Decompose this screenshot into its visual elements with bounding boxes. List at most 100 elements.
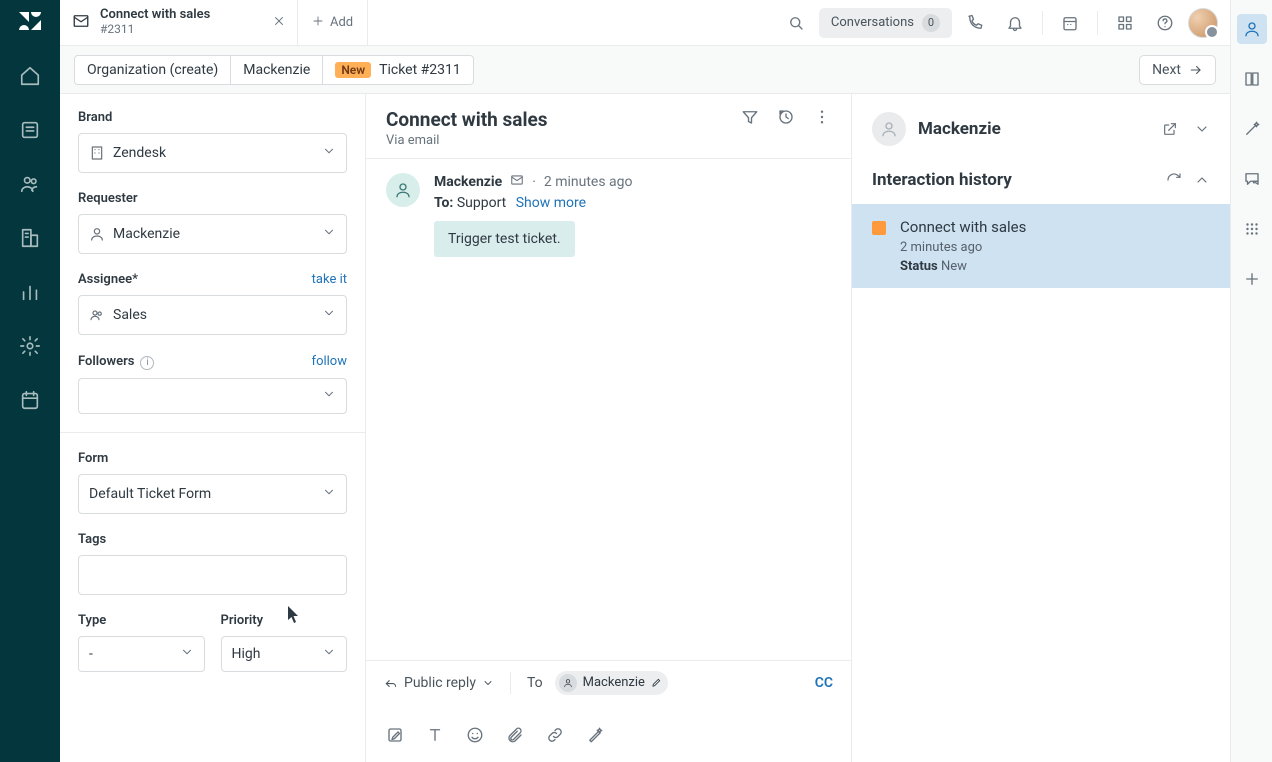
events-icon[interactable] xyxy=(777,108,795,126)
nav-calendar-icon[interactable] xyxy=(14,384,46,416)
tab-title: Connect with sales xyxy=(100,8,210,23)
calendar-icon[interactable] xyxy=(1053,6,1087,40)
left-nav-rail xyxy=(0,0,60,762)
message-body: Trigger test ticket. xyxy=(434,221,575,257)
apps-icon[interactable] xyxy=(1108,6,1142,40)
conversation-panel: Connect with sales Via email xyxy=(366,94,852,762)
type-label: Type xyxy=(78,613,106,628)
search-button[interactable] xyxy=(779,6,813,40)
followers-label: Followers xyxy=(78,354,134,369)
tags-input[interactable] xyxy=(78,555,347,595)
ticket-title: Connect with sales xyxy=(386,108,548,131)
context-avatar xyxy=(872,112,906,146)
compose-icon[interactable] xyxy=(386,726,404,744)
knowledge-icon[interactable] xyxy=(1237,64,1267,94)
chevron-up-icon[interactable] xyxy=(1194,172,1210,188)
nav-org-icon[interactable] xyxy=(14,222,46,254)
take-it-link[interactable]: take it xyxy=(312,272,347,287)
reply-mode-dropdown[interactable]: Public reply xyxy=(384,675,494,691)
crumb-organization[interactable]: Organization (create) xyxy=(74,55,231,85)
workspace-tab[interactable]: Connect with sales #2311 xyxy=(60,0,298,45)
to-value: Support xyxy=(457,195,506,211)
context-user-name: Mackenzie xyxy=(918,119,1150,139)
edit-icon xyxy=(651,677,662,688)
history-heading: Interaction history xyxy=(872,170,1154,190)
user-context-icon[interactable] xyxy=(1237,14,1267,44)
priority-label: Priority xyxy=(221,613,264,628)
conversations-count: 0 xyxy=(922,14,940,32)
requester-label: Requester xyxy=(78,191,138,206)
crumb-ticket[interactable]: New Ticket #2311 xyxy=(323,55,473,85)
history-item-time: 2 minutes ago xyxy=(900,240,1026,255)
priority-select[interactable]: High xyxy=(221,636,348,672)
type-select[interactable]: - xyxy=(78,636,205,672)
bell-icon[interactable] xyxy=(998,6,1032,40)
chat-icon[interactable] xyxy=(1237,164,1267,194)
top-bar: Connect with sales #2311 Add Conversatio… xyxy=(60,0,1230,46)
add-tab-label: Add xyxy=(330,15,353,30)
more-icon[interactable] xyxy=(813,108,831,126)
reply-composer: Public reply To Mackenzie CC xyxy=(366,660,851,720)
brand-label: Brand xyxy=(78,110,112,125)
assignee-select[interactable]: Sales xyxy=(78,295,347,335)
help-icon[interactable] xyxy=(1148,6,1182,40)
context-panel: Mackenzie Interaction history Con xyxy=(852,94,1230,762)
wand-icon[interactable] xyxy=(1237,114,1267,144)
add-tab-button[interactable]: Add xyxy=(298,0,368,45)
ticket-via: Via email xyxy=(386,133,548,148)
magic-icon[interactable] xyxy=(586,726,604,744)
recipient-chip[interactable]: Mackenzie xyxy=(555,671,668,695)
plus-icon xyxy=(312,15,324,31)
editor-toolbar xyxy=(366,720,851,762)
product-logo[interactable] xyxy=(17,8,43,38)
follow-link[interactable]: follow xyxy=(312,354,347,369)
form-label: Form xyxy=(78,451,108,466)
refresh-icon[interactable] xyxy=(1166,172,1182,188)
nav-admin-icon[interactable] xyxy=(14,330,46,362)
link-icon[interactable] xyxy=(546,726,564,744)
form-select[interactable]: Default Ticket Form xyxy=(78,474,347,514)
followers-select[interactable] xyxy=(78,378,347,414)
reply-icon xyxy=(384,676,398,690)
sender-avatar xyxy=(386,173,420,207)
ticket-properties-panel: Brand Zendesk Requester Mackenzie xyxy=(60,94,366,762)
sender-name: Mackenzie xyxy=(434,174,502,190)
info-icon[interactable]: i xyxy=(140,356,154,370)
breadcrumb-row: Organization (create) Mackenzie New Tick… xyxy=(60,46,1230,94)
chip-avatar-icon xyxy=(559,674,577,692)
status-color-badge xyxy=(872,221,886,235)
close-tab-icon[interactable] xyxy=(273,15,285,31)
text-format-icon[interactable] xyxy=(426,726,444,744)
new-badge: New xyxy=(335,62,371,78)
group-icon xyxy=(89,307,105,323)
filter-icon[interactable] xyxy=(741,108,759,126)
requester-select[interactable]: Mackenzie xyxy=(78,214,347,254)
conversations-button[interactable]: Conversations 0 xyxy=(819,8,952,38)
brand-select[interactable]: Zendesk xyxy=(78,133,347,173)
chevron-down-icon xyxy=(322,144,336,162)
user-icon xyxy=(89,226,105,242)
emoji-icon[interactable] xyxy=(466,726,484,744)
email-icon xyxy=(72,12,90,34)
nav-views-icon[interactable] xyxy=(14,114,46,146)
attachment-icon[interactable] xyxy=(506,726,524,744)
grid-icon[interactable] xyxy=(1237,214,1267,244)
chevron-down-icon[interactable] xyxy=(1194,121,1210,137)
to-label: To: xyxy=(434,195,453,211)
open-external-icon[interactable] xyxy=(1162,121,1178,137)
add-app-icon[interactable] xyxy=(1237,264,1267,294)
nav-home-icon[interactable] xyxy=(14,60,46,92)
crumb-user[interactable]: Mackenzie xyxy=(231,55,323,85)
message-time: 2 minutes ago xyxy=(544,174,633,190)
profile-avatar[interactable] xyxy=(1188,8,1218,38)
phone-icon[interactable] xyxy=(958,6,992,40)
nav-customers-icon[interactable] xyxy=(14,168,46,200)
next-button[interactable]: Next xyxy=(1139,55,1216,85)
tags-label: Tags xyxy=(78,532,106,547)
nav-reporting-icon[interactable] xyxy=(14,276,46,308)
right-app-rail xyxy=(1230,0,1272,762)
tab-subtitle: #2311 xyxy=(100,23,210,37)
history-item[interactable]: Connect with sales 2 minutes ago Status … xyxy=(852,204,1230,288)
show-more-link[interactable]: Show more xyxy=(516,195,586,211)
cc-button[interactable]: CC xyxy=(815,675,833,691)
